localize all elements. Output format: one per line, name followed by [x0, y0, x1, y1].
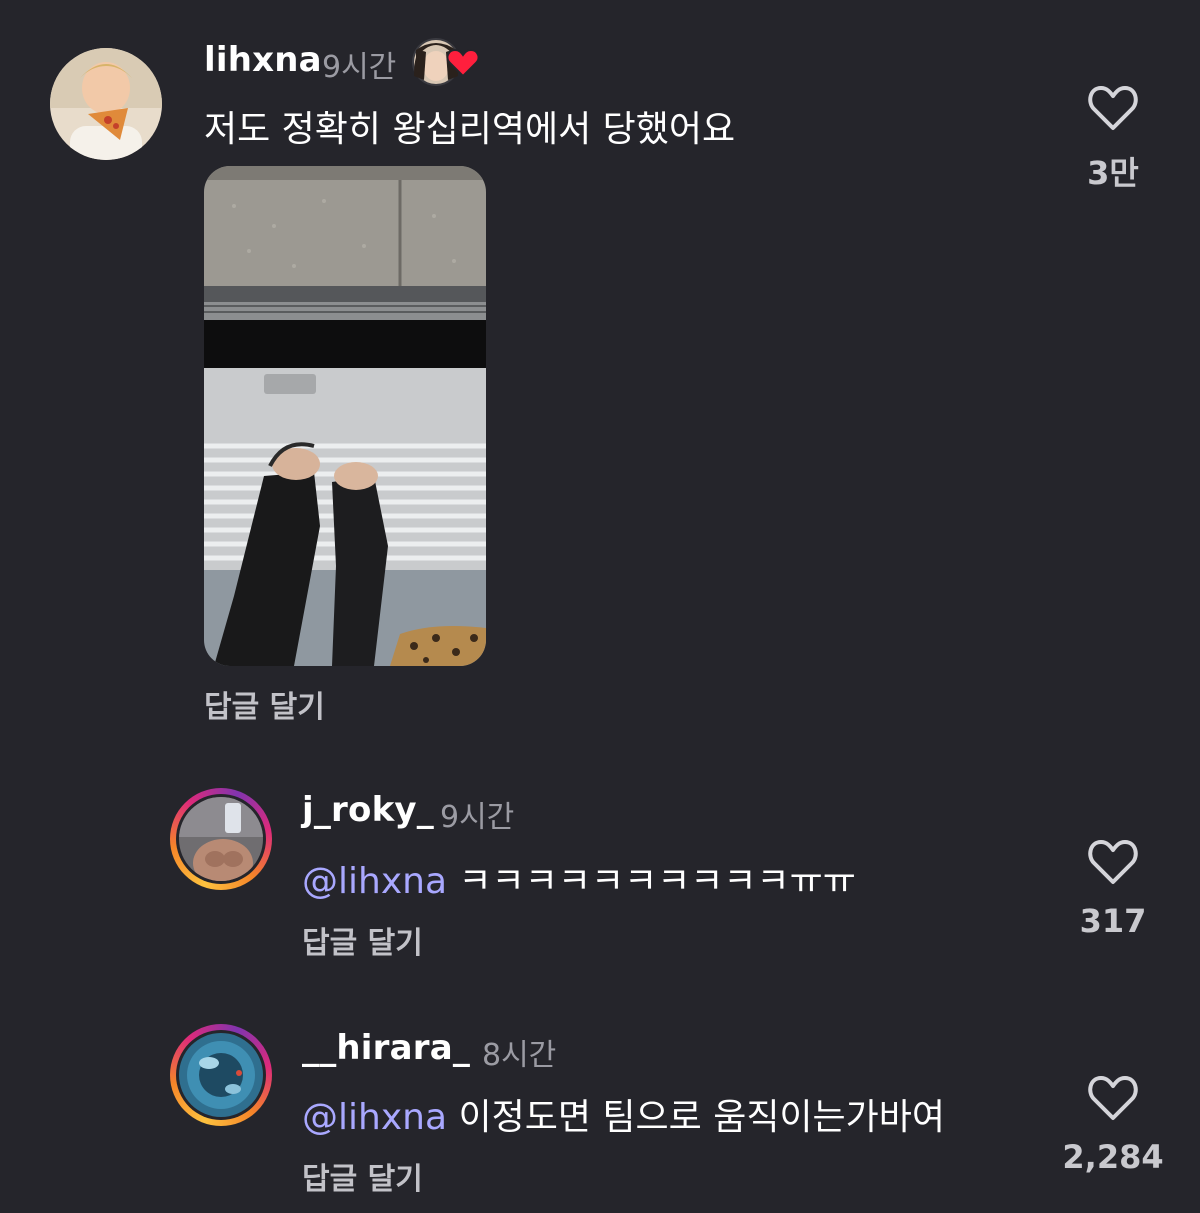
comment-body: 저도 정확히 왕십리역에서 당했어요	[204, 109, 736, 150]
comment-text: @lihxna ㅋㅋㅋㅋㅋㅋㅋㅋㅋㅋㅠㅠ	[302, 852, 856, 904]
like-count: 3만	[1087, 154, 1139, 192]
creator-liked-badge	[410, 36, 482, 88]
heart-outline-icon[interactable]	[1087, 1074, 1139, 1122]
comment-username[interactable]: j_roky_	[302, 790, 434, 830]
creator-heart-icon	[446, 48, 480, 78]
comment-time: 8시간	[482, 1038, 557, 1073]
avatar-story-ring[interactable]	[170, 1024, 272, 1126]
avatar-story-ring[interactable]	[170, 788, 272, 890]
comment-username[interactable]: lihxna	[204, 40, 322, 80]
like-control: 317	[1043, 838, 1183, 940]
avatar	[179, 797, 263, 881]
comment-body: ㅋㅋㅋㅋㅋㅋㅋㅋㅋㅋㅠㅠ	[458, 861, 856, 902]
reply-button[interactable]: 답글 달기	[204, 682, 325, 726]
mention-link[interactable]: @lihxna	[302, 861, 447, 902]
comments-sheet: lihxna 9시간 저도 정확히 왕십리역에서 당했어요 답글 달기 3만 j…	[0, 0, 1200, 1213]
comment-text: 저도 정확히 왕십리역에서 당했어요	[204, 100, 735, 152]
like-control: 3만	[1043, 84, 1183, 194]
comment-photo[interactable]	[204, 166, 486, 666]
reply-button[interactable]: 답글 달기	[302, 1154, 423, 1198]
like-count: 317	[1079, 902, 1147, 940]
like-control: 2,284	[1043, 1074, 1183, 1176]
reply-button[interactable]: 답글 달기	[302, 918, 423, 962]
comment-text: @lihxna 이정도면 팀으로 움직이는가바여	[302, 1088, 945, 1140]
mention-link[interactable]: @lihxna	[302, 1097, 447, 1138]
heart-outline-icon[interactable]	[1087, 838, 1139, 886]
comment-body: 이정도면 팀으로 움직이는가바여	[458, 1097, 946, 1138]
comment-time: 9시간	[322, 50, 397, 85]
comment-time: 9시간	[440, 800, 515, 835]
like-count: 2,284	[1062, 1138, 1164, 1176]
comment-username[interactable]: __hirara_	[302, 1028, 470, 1068]
avatar[interactable]	[50, 48, 162, 160]
avatar	[179, 1033, 263, 1117]
heart-outline-icon[interactable]	[1087, 84, 1139, 132]
